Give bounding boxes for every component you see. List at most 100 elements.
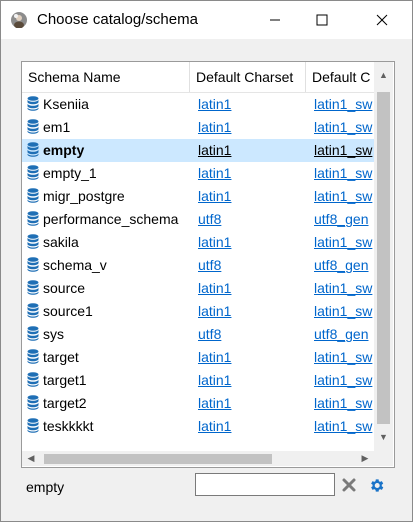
charset-link[interactable]: latin1 (198, 165, 231, 181)
schema-name-cell[interactable]: teskkkkt (22, 415, 190, 438)
charset-link[interactable]: latin1 (198, 234, 231, 250)
filter-input[interactable] (195, 473, 335, 496)
charset-cell[interactable]: latin1 (190, 116, 306, 139)
close-button[interactable] (359, 1, 405, 39)
maximize-button[interactable] (299, 1, 345, 39)
collation-cell[interactable]: latin1_sw (306, 369, 382, 392)
charset-link[interactable]: latin1 (198, 303, 231, 319)
charset-link[interactable]: latin1 (198, 418, 231, 434)
table-row[interactable]: migr_postgre latin1 latin1_sw (22, 185, 382, 208)
collation-link[interactable]: latin1_sw (314, 372, 372, 388)
table-row[interactable]: performance_schema utf8 utf8_gen (22, 208, 382, 231)
collation-link[interactable]: latin1_sw (314, 188, 372, 204)
schema-name-cell[interactable]: source1 (22, 300, 190, 323)
charset-cell[interactable]: utf8 (190, 208, 306, 231)
clear-x-icon[interactable] (341, 477, 357, 493)
collation-link[interactable]: utf8_gen (314, 326, 369, 342)
collation-link[interactable]: latin1_sw (314, 234, 372, 250)
collation-cell[interactable]: latin1_sw (306, 346, 382, 369)
table-row[interactable]: teskkkkt latin1 latin1_sw (22, 415, 382, 438)
table-row[interactable]: source1 latin1 latin1_sw (22, 300, 382, 323)
charset-link[interactable]: utf8 (198, 257, 221, 273)
table-row[interactable]: target latin1 latin1_sw (22, 346, 382, 369)
schema-name-cell[interactable]: empty (22, 139, 190, 162)
gear-icon[interactable] (368, 477, 385, 494)
table-row[interactable]: sys utf8 utf8_gen (22, 323, 382, 346)
collation-cell[interactable]: latin1_sw (306, 185, 382, 208)
schema-name-cell[interactable]: empty_1 (22, 162, 190, 185)
charset-cell[interactable]: latin1 (190, 415, 306, 438)
schema-name-cell[interactable]: target (22, 346, 190, 369)
charset-link[interactable]: latin1 (198, 349, 231, 365)
collation-link[interactable]: latin1_sw (314, 280, 372, 296)
scroll-left-arrow-icon[interactable]: ◀ (22, 453, 40, 464)
charset-cell[interactable]: latin1 (190, 346, 306, 369)
schema-name-cell[interactable]: Kseniia (22, 93, 190, 116)
charset-cell[interactable]: latin1 (190, 93, 306, 116)
collation-cell[interactable]: utf8_gen (306, 208, 382, 231)
collation-cell[interactable]: latin1_sw (306, 300, 382, 323)
charset-cell[interactable]: latin1 (190, 185, 306, 208)
collation-cell[interactable]: latin1_sw (306, 162, 382, 185)
charset-link[interactable]: latin1 (198, 280, 231, 296)
charset-link[interactable]: latin1 (198, 96, 231, 112)
charset-link[interactable]: latin1 (198, 142, 231, 158)
collation-cell[interactable]: latin1_sw (306, 139, 382, 162)
horizontal-scrollbar[interactable]: ◀ ▶ (22, 451, 374, 466)
charset-cell[interactable]: latin1 (190, 139, 306, 162)
collation-link[interactable]: latin1_sw (314, 165, 372, 181)
schema-name-cell[interactable]: target2 (22, 392, 190, 415)
table-row[interactable]: target2 latin1 latin1_sw (22, 392, 382, 415)
collation-cell[interactable]: latin1_sw (306, 93, 382, 116)
collation-link[interactable]: latin1_sw (314, 119, 372, 135)
table-row[interactable]: sakila latin1 latin1_sw (22, 231, 382, 254)
collation-link[interactable]: latin1_sw (314, 142, 372, 158)
collation-link[interactable]: latin1_sw (314, 303, 372, 319)
schema-name-cell[interactable]: schema_v (22, 254, 190, 277)
table-row[interactable]: Kseniia latin1 latin1_sw (22, 93, 382, 116)
table-row[interactable]: em1 latin1 latin1_sw (22, 116, 382, 139)
schema-name-cell[interactable]: em1 (22, 116, 190, 139)
collation-cell[interactable]: utf8_gen (306, 254, 382, 277)
charset-cell[interactable]: latin1 (190, 392, 306, 415)
collation-cell[interactable]: latin1_sw (306, 415, 382, 438)
schema-table[interactable]: Schema Name Default Charset Default C Ks… (21, 61, 395, 468)
scroll-right-arrow-icon[interactable]: ▶ (356, 453, 374, 464)
collation-cell[interactable]: latin1_sw (306, 231, 382, 254)
column-header-schema-name[interactable]: Schema Name (22, 62, 190, 92)
scroll-down-arrow-icon[interactable]: ▼ (374, 432, 393, 442)
table-row[interactable]: schema_v utf8 utf8_gen (22, 254, 382, 277)
collation-link[interactable]: latin1_sw (314, 395, 372, 411)
collation-cell[interactable]: latin1_sw (306, 392, 382, 415)
charset-cell[interactable]: utf8 (190, 254, 306, 277)
table-row[interactable]: source latin1 latin1_sw (22, 277, 382, 300)
minimize-button[interactable] (252, 1, 298, 39)
charset-link[interactable]: utf8 (198, 326, 221, 342)
table-row[interactable]: target1 latin1 latin1_sw (22, 369, 382, 392)
charset-cell[interactable]: latin1 (190, 300, 306, 323)
column-header-default-collation[interactable]: Default C (306, 62, 382, 92)
charset-link[interactable]: latin1 (198, 395, 231, 411)
vertical-scroll-thumb[interactable] (377, 92, 390, 424)
collation-link[interactable]: utf8_gen (314, 257, 369, 273)
schema-name-cell[interactable]: sys (22, 323, 190, 346)
collation-cell[interactable]: utf8_gen (306, 323, 382, 346)
charset-link[interactable]: latin1 (198, 188, 231, 204)
collation-link[interactable]: latin1_sw (314, 349, 372, 365)
collation-link[interactable]: latin1_sw (314, 418, 372, 434)
title-bar[interactable]: Choose catalog/schema (1, 1, 412, 39)
table-row[interactable]: empty latin1 latin1_sw (22, 139, 382, 162)
charset-link[interactable]: utf8 (198, 211, 221, 227)
charset-cell[interactable]: latin1 (190, 369, 306, 392)
schema-name-cell[interactable]: target1 (22, 369, 190, 392)
horizontal-scroll-thumb[interactable] (44, 454, 272, 464)
column-header-default-charset[interactable]: Default Charset (190, 62, 306, 92)
collation-cell[interactable]: latin1_sw (306, 116, 382, 139)
schema-name-cell[interactable]: sakila (22, 231, 190, 254)
charset-link[interactable]: latin1 (198, 119, 231, 135)
charset-cell[interactable]: latin1 (190, 162, 306, 185)
schema-name-cell[interactable]: migr_postgre (22, 185, 190, 208)
charset-cell[interactable]: utf8 (190, 323, 306, 346)
table-row[interactable]: empty_1 latin1 latin1_sw (22, 162, 382, 185)
charset-link[interactable]: latin1 (198, 372, 231, 388)
